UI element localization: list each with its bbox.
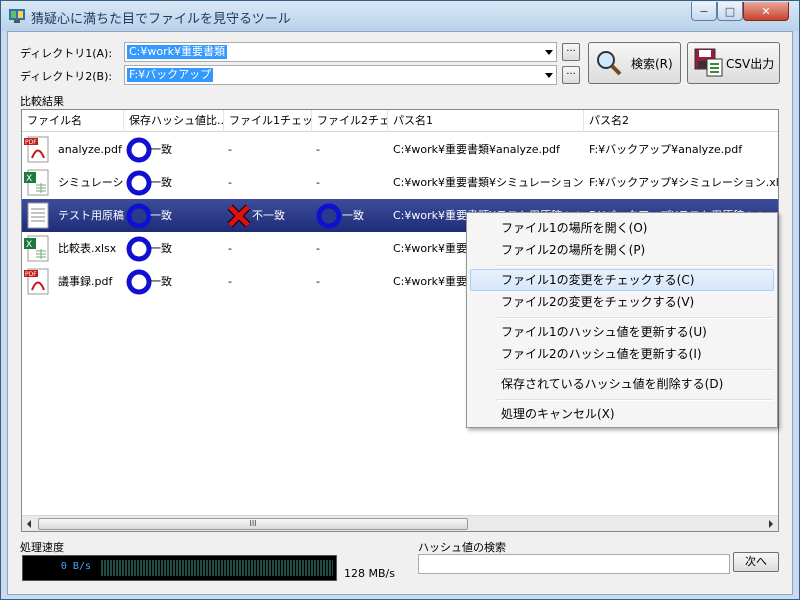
- menu-check-file1-changes[interactable]: ファイル1の変更をチェックする(C): [470, 269, 774, 291]
- chevron-down-icon[interactable]: [545, 73, 553, 78]
- menu-check-file2-changes[interactable]: ファイル2の変更をチェックする(V): [470, 291, 774, 313]
- file-name-cell: 比較表.xlsx: [58, 242, 117, 255]
- menu-open-file2-location[interactable]: ファイル2の場所を開く(P): [470, 239, 774, 261]
- menu-update-file1-hash[interactable]: ファイル1のハッシュ値を更新する(U): [470, 321, 774, 343]
- menu-delete-stored-hash[interactable]: 保存されているハッシュ値を削除する(D): [470, 373, 774, 395]
- minimize-button[interactable]: −: [691, 2, 717, 21]
- app-icon: [9, 9, 25, 23]
- file-name-cell: analyze.pdf: [58, 143, 122, 156]
- menu-separator: [497, 317, 773, 319]
- stored-hash-cell: 一致: [150, 209, 172, 222]
- excel-icon: X: [24, 169, 49, 196]
- stored-hash-cell: 一致: [150, 242, 172, 255]
- directory2-browse-button[interactable]: ...: [562, 66, 580, 84]
- speed-value: 0 B/s: [60, 561, 91, 572]
- file1-check-cell: -: [228, 275, 232, 288]
- svg-text:X: X: [26, 174, 32, 184]
- match-circle-icon: [126, 236, 152, 262]
- file2-check-cell: -: [316, 176, 320, 189]
- file2-check-cell: 一致: [342, 209, 364, 222]
- column-header-file2-check[interactable]: ファイル2チェ...: [312, 110, 388, 132]
- pdf-icon: PDF: [24, 136, 49, 163]
- file1-check-cell: 不一致: [252, 209, 285, 222]
- directory2-label: ディレクトリ2(B):: [20, 70, 113, 83]
- csv-export-button-label: CSV出力: [726, 56, 775, 71]
- file1-check-cell: -: [228, 176, 232, 189]
- hash-search-input[interactable]: [418, 554, 730, 574]
- mismatch-cross-icon: [227, 204, 251, 228]
- menu-separator: [497, 399, 773, 401]
- match-circle-icon: [126, 137, 152, 163]
- next-button[interactable]: 次へ: [733, 552, 779, 572]
- window-title: 猜疑心に満ちた目でファイルを見守るツール: [31, 12, 291, 27]
- column-header-stored-hash[interactable]: 保存ハッシュ値比...: [124, 110, 224, 132]
- column-header-path1[interactable]: パス名1: [388, 110, 584, 132]
- file2-check-cell: -: [316, 143, 320, 156]
- menu-separator: [497, 369, 773, 371]
- speed-meter-bar: [101, 560, 333, 576]
- svg-text:X: X: [26, 240, 32, 250]
- column-header-filename[interactable]: ファイル名: [22, 110, 124, 132]
- floppy-disk-icon: [694, 48, 723, 77]
- stored-hash-cell: 一致: [150, 143, 172, 156]
- table-row[interactable]: X シミュレーション.xls 一致 - - C:¥work¥重要書類¥シミュレーション.x…: [22, 166, 778, 199]
- path1-cell: C:¥work¥重要書類¥シミュレーション.xls: [393, 176, 583, 189]
- table-row[interactable]: PDF analyze.pdf 一致 - - C:¥work¥重要書類¥analyze.p…: [22, 133, 778, 166]
- scroll-thumb[interactable]: III: [38, 518, 468, 530]
- speed-max-label: 128 MB/s: [344, 567, 395, 580]
- path1-cell: C:¥work¥重要書類¥analyze.pdf: [393, 143, 560, 156]
- match-circle-icon: [126, 203, 152, 229]
- svg-text:PDF: PDF: [25, 271, 37, 278]
- scroll-left-icon[interactable]: [27, 520, 31, 528]
- column-header-path2[interactable]: パス名2: [584, 110, 778, 132]
- directory1-value: C:¥work¥重要書類: [127, 45, 228, 59]
- svg-text:PDF: PDF: [25, 139, 37, 146]
- context-menu: ファイル1の場所を開く(O) ファイル2の場所を開く(P) ファイル1の変更をチ…: [466, 212, 778, 428]
- menu-separator: [497, 265, 773, 267]
- menu-cancel-processing[interactable]: 処理のキャンセル(X): [470, 403, 774, 425]
- results-label: 比較結果: [20, 95, 64, 108]
- match-circle-icon: [126, 269, 152, 295]
- pdf-icon: PDF: [24, 268, 49, 295]
- directory1-label: ディレクトリ1(A):: [20, 47, 113, 60]
- column-header-file1-check[interactable]: ファイル1チェック...: [224, 110, 312, 132]
- stored-hash-cell: 一致: [150, 275, 172, 288]
- file-name-cell: 議事録.pdf: [58, 275, 113, 288]
- maximize-button[interactable]: □: [717, 2, 743, 21]
- search-button[interactable]: 検索(R): [588, 42, 681, 84]
- list-header: ファイル名 保存ハッシュ値比... ファイル1チェック... ファイル2チェ..…: [22, 110, 778, 132]
- speed-meter: 0 B/s: [22, 555, 337, 581]
- file-name-cell: テスト用原稿.txt: [58, 209, 124, 222]
- match-circle-icon: [316, 203, 342, 229]
- directory2-combo[interactable]: F:¥バックアップ: [124, 65, 557, 85]
- hash-search-label: ハッシュ値の検索: [418, 541, 506, 554]
- file1-check-cell: -: [228, 242, 232, 255]
- path2-cell: F:¥バックアップ¥analyze.pdf: [589, 143, 743, 156]
- file1-check-cell: -: [228, 143, 232, 156]
- menu-open-file1-location[interactable]: ファイル1の場所を開く(O): [470, 217, 774, 239]
- directory1-browse-button[interactable]: ...: [562, 43, 580, 61]
- stored-hash-cell: 一致: [150, 176, 172, 189]
- csv-export-button[interactable]: CSV出力: [687, 42, 780, 84]
- file2-check-cell: -: [316, 242, 320, 255]
- close-button[interactable]: ✕: [743, 2, 789, 21]
- search-button-label: 検索(R): [631, 56, 673, 71]
- path2-cell: F:¥バックアップ¥シミュレーション.xls: [589, 176, 779, 189]
- text-file-icon: [27, 202, 49, 229]
- horizontal-scrollbar[interactable]: III: [22, 515, 778, 531]
- title-bar[interactable]: 猜疑心に満ちた目でファイルを見守るツール − □ ✕: [1, 1, 799, 31]
- directory1-combo[interactable]: C:¥work¥重要書類: [124, 42, 557, 62]
- menu-update-file2-hash[interactable]: ファイル2のハッシュ値を更新する(I): [470, 343, 774, 365]
- chevron-down-icon[interactable]: [545, 50, 553, 55]
- directory2-value: F:¥バックアップ: [127, 68, 214, 82]
- match-circle-icon: [126, 170, 152, 196]
- file2-check-cell: -: [316, 275, 320, 288]
- excel-icon: X: [24, 235, 49, 262]
- speed-label: 処理速度: [20, 541, 64, 554]
- search-icon: [597, 51, 622, 76]
- file-name-cell: シミュレーション.xls: [58, 176, 124, 189]
- main-window: 猜疑心に満ちた目でファイルを見守るツール − □ ✕ ディレクトリ1(A): C…: [0, 0, 800, 600]
- scroll-right-icon[interactable]: [769, 520, 773, 528]
